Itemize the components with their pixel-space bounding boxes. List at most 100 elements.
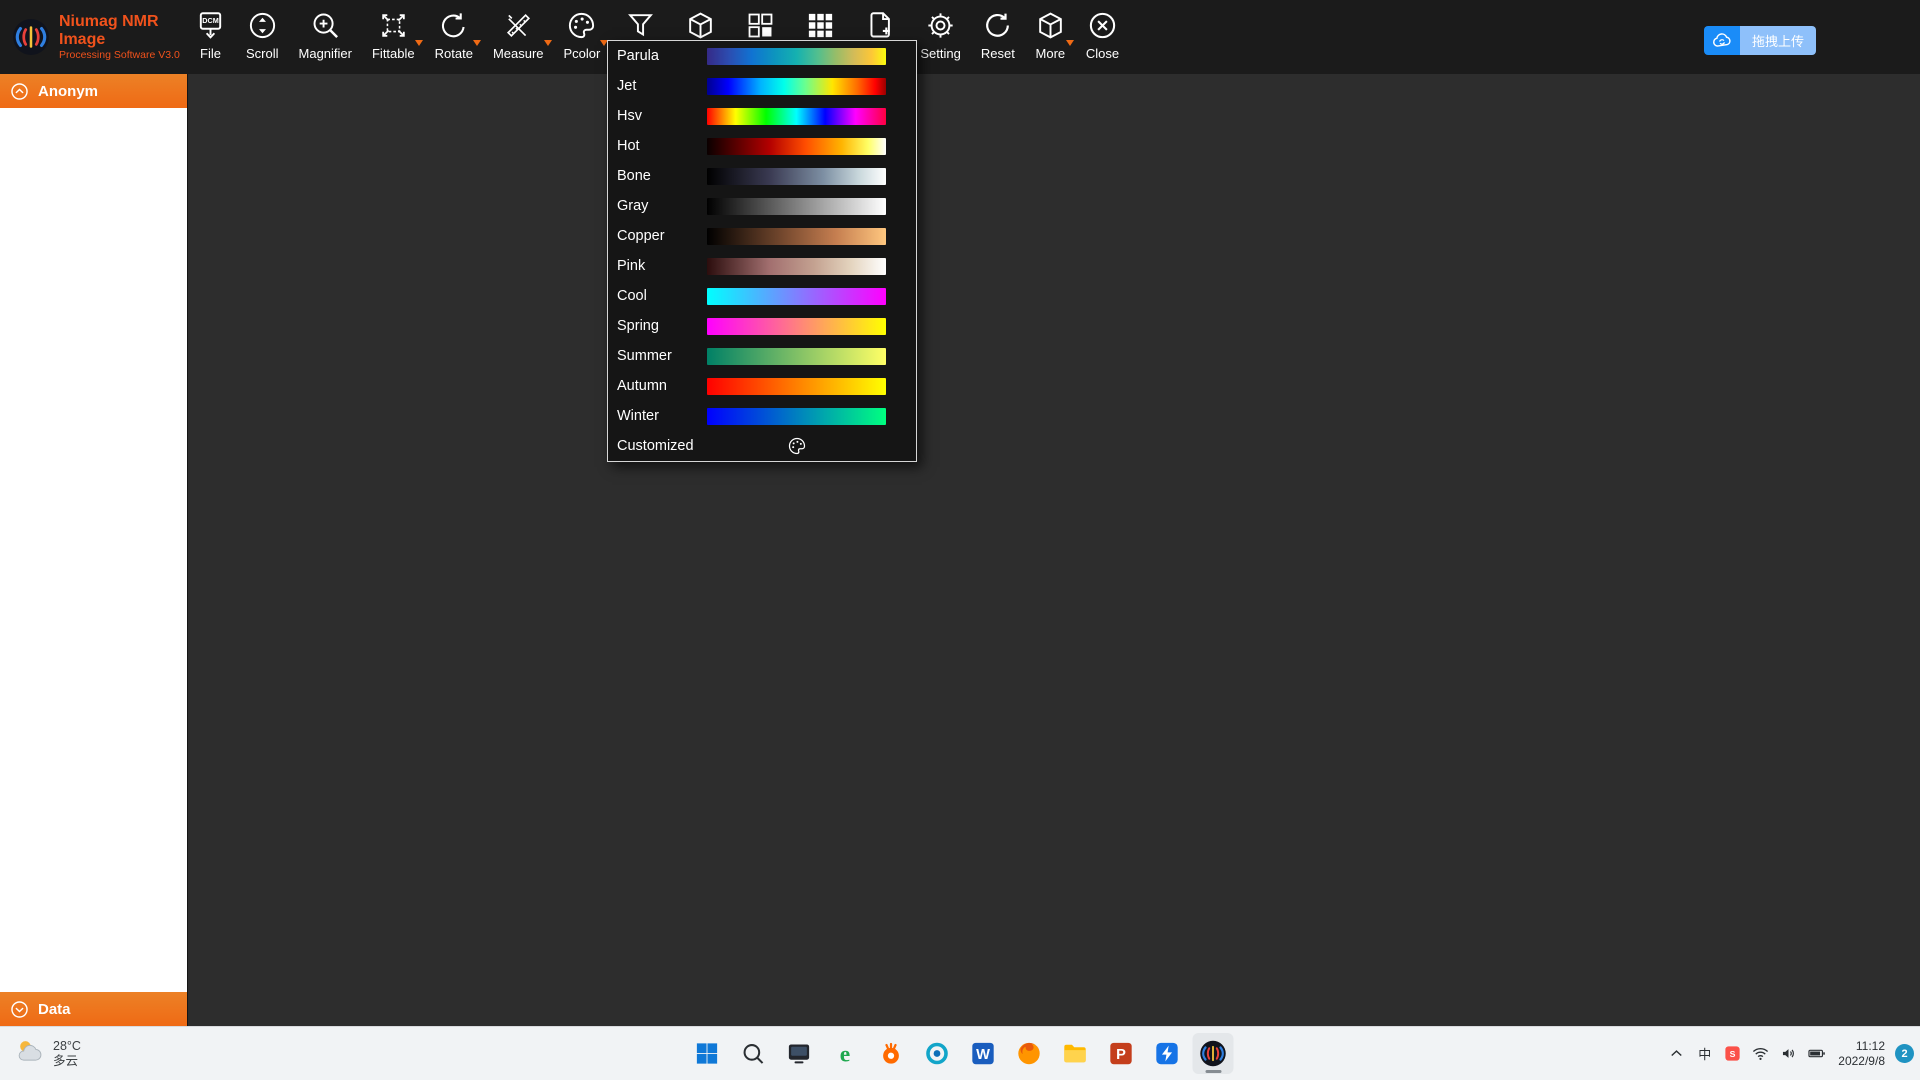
taskbar-app-firefox[interactable] xyxy=(1009,1033,1050,1074)
sidebar-panel-data[interactable]: Data xyxy=(0,992,187,1026)
colormap-item-parula[interactable]: Parula xyxy=(608,41,916,71)
wifi-icon[interactable] xyxy=(1747,1037,1774,1071)
chevron-up-icon[interactable] xyxy=(1663,1037,1690,1071)
colormap-item-label: Hsv xyxy=(617,108,707,124)
svg-text:S: S xyxy=(1730,1049,1736,1059)
toolbar: Niumag NMR Image Processing Software V3.… xyxy=(0,0,1920,74)
taskbar-app-folder[interactable] xyxy=(1055,1033,1096,1074)
sidebar: Anonym Data xyxy=(0,74,187,1026)
toolbar-button-label: More xyxy=(1036,46,1066,61)
colormap-item-winter[interactable]: Winter xyxy=(608,401,916,431)
colormap-item-label: Copper xyxy=(617,228,707,244)
taskbar-app-nmr-logo[interactable] xyxy=(1193,1033,1234,1074)
fit-expand-icon xyxy=(378,10,409,41)
cloud-upload-icon xyxy=(1704,26,1740,55)
toolbar-button-fittable[interactable]: Fittable xyxy=(362,0,425,74)
svg-text:DCM: DCM xyxy=(202,16,218,25)
colormap-item-pink[interactable]: Pink xyxy=(608,251,916,281)
colormap-gradient-bar xyxy=(707,258,886,275)
taskbar-app-powerpoint[interactable]: P xyxy=(1101,1033,1142,1074)
colormap-item-summer[interactable]: Summer xyxy=(608,341,916,371)
reset-arrow-icon xyxy=(982,10,1013,41)
colormap-item-label: Winter xyxy=(617,408,707,424)
colormap-gradient-bar xyxy=(707,108,886,125)
rotate-arrow-icon xyxy=(438,10,469,41)
colormap-item-label: Jet xyxy=(617,78,707,94)
taskbar-clock[interactable]: 11:12 2022/9/8 xyxy=(1831,1039,1892,1069)
colormap-item-gray[interactable]: Gray xyxy=(608,191,916,221)
colormap-item-label: Parula xyxy=(617,48,707,64)
colormap-gradient-bar xyxy=(707,48,886,65)
toolbar-button-more[interactable]: More xyxy=(1025,0,1076,74)
magnifier-plus-icon xyxy=(310,10,341,41)
taskbar-app-windows-start[interactable] xyxy=(687,1033,728,1074)
circle-chevron-down-icon xyxy=(10,1000,29,1019)
taskbar-app-area: eWP xyxy=(687,1027,1234,1080)
dropdown-arrow-icon xyxy=(415,40,423,46)
toolbar-button-measure[interactable]: Measure xyxy=(483,0,554,74)
weather-text: 28°C 多云 xyxy=(53,1039,81,1069)
taskbar-app-search[interactable] xyxy=(733,1033,774,1074)
colormap-item-hsv[interactable]: Hsv xyxy=(608,101,916,131)
toolbar-button-close[interactable]: Close xyxy=(1076,0,1129,74)
toolbar-button-setting[interactable]: Setting xyxy=(910,0,970,74)
toolbar-button-rotate[interactable]: Rotate xyxy=(425,0,483,74)
colormap-gradient-bar xyxy=(707,318,886,335)
colormap-item-spring[interactable]: Spring xyxy=(608,311,916,341)
system-tray: 中 S 11:12 2022/9/8 2 xyxy=(1663,1027,1914,1080)
colormap-item-label: Cool xyxy=(617,288,707,304)
taskbar-app-word[interactable]: W xyxy=(963,1033,1004,1074)
toolbar-button-pcolor[interactable]: Pcolor xyxy=(554,0,611,74)
colormap-gradient-bar xyxy=(707,378,886,395)
weather-widget[interactable]: 28°C 多云 xyxy=(4,1027,91,1080)
filter-funnel-icon xyxy=(625,10,656,41)
toolbar-button-label: Pcolor xyxy=(564,46,601,61)
colormap-item-jet[interactable]: Jet xyxy=(608,71,916,101)
app-logo-text: Niumag NMR Image Processing Software V3.… xyxy=(59,13,185,62)
toolbar-button-magnifier[interactable]: Magnifier xyxy=(289,0,362,74)
close-circle-icon xyxy=(1087,10,1118,41)
weather-condition: 多云 xyxy=(53,1054,81,1069)
sidebar-panel-data-label: Data xyxy=(38,1001,71,1018)
taskbar-app-orange-utility[interactable] xyxy=(871,1033,912,1074)
toolbar-button-label: Rotate xyxy=(435,46,473,61)
sidebar-body xyxy=(0,108,187,992)
colormap-gradient-bar xyxy=(707,168,886,185)
taskbar-app-teal-ring[interactable] xyxy=(917,1033,958,1074)
app-title: Niumag NMR Image xyxy=(59,13,185,50)
sidebar-panel-anonym[interactable]: Anonym xyxy=(0,74,187,108)
colormap-item-hot[interactable]: Hot xyxy=(608,131,916,161)
colormap-item-autumn[interactable]: Autumn xyxy=(608,371,916,401)
cloud-weather-icon xyxy=(14,1035,46,1072)
clock-time: 11:12 xyxy=(1856,1039,1885,1054)
colormap-gradient-bar xyxy=(707,348,886,365)
colormap-item-copper[interactable]: Copper xyxy=(608,221,916,251)
colormap-item-customized[interactable]: Customized xyxy=(608,431,916,461)
taskbar-app-blue-bolt[interactable] xyxy=(1147,1033,1188,1074)
colormap-item-label: Pink xyxy=(617,258,707,274)
blocks-icon xyxy=(745,10,776,41)
svg-text:P: P xyxy=(1116,1047,1126,1063)
colormap-item-bone[interactable]: Bone xyxy=(608,161,916,191)
colormap-gradient-bar xyxy=(707,138,886,155)
toolbar-button-label: Magnifier xyxy=(299,46,352,61)
sidebar-panel-anonym-label: Anonym xyxy=(38,83,98,100)
toolbar-button-scroll[interactable]: Scroll xyxy=(236,0,289,74)
app-logo: Niumag NMR Image Processing Software V3.… xyxy=(0,0,185,74)
dcm-file-icon: DCM xyxy=(195,10,226,41)
speaker-icon[interactable] xyxy=(1775,1037,1802,1071)
colormap-item-label: Hot xyxy=(617,138,707,154)
toolbar-button-reset[interactable]: Reset xyxy=(971,0,1025,74)
circle-chevron-up-icon xyxy=(10,82,29,101)
ime-language-indicator[interactable]: 中 xyxy=(1691,1037,1718,1071)
dropdown-arrow-icon xyxy=(473,40,481,46)
taskbar-app-dark-window[interactable] xyxy=(779,1033,820,1074)
taskbar-app-edge-browser[interactable]: e xyxy=(825,1033,866,1074)
notification-badge[interactable]: 2 xyxy=(1895,1044,1914,1063)
sogou-input-icon[interactable]: S xyxy=(1719,1037,1746,1071)
upload-button[interactable]: 拖拽上传 xyxy=(1704,26,1816,55)
battery-icon[interactable] xyxy=(1803,1037,1830,1071)
toolbar-button-file[interactable]: DCMFile xyxy=(185,0,236,74)
colormap-item-cool[interactable]: Cool xyxy=(608,281,916,311)
scroll-arrows-icon xyxy=(247,10,278,41)
